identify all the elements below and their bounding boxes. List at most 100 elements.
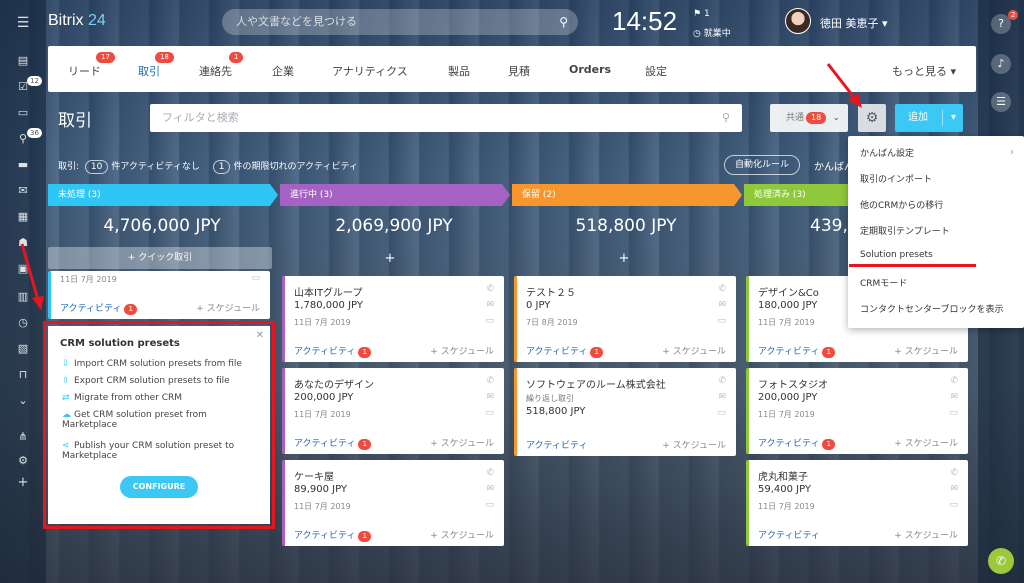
deal-card[interactable]: テスト２５ 0 JPY 7日 8月 2019 ✆ ✉ ▭ アクティビティ 1 + スケジュール [514,276,736,362]
drive-icon[interactable]: ▣ [16,262,30,276]
preset-marketplace-publish[interactable]: ⋖ Publish your CRM solution preset to Mar… [62,441,262,461]
deal-title[interactable]: 山本ITグループ [294,284,362,299]
chat-icon[interactable]: ▭ [251,273,260,283]
deal-card[interactable]: 山本ITグループ 1,780,000 JPY 11日 7月 2019 ✆ ✉ ▭ アクティビ… [282,276,504,362]
chevron-down-icon[interactable]: ▾ [951,104,956,132]
deal-card[interactable]: 虎丸和菓子 59,400 JPY 11日 7月 2019 ✆ ✉ ▭ アクティビティ + スケ… [746,460,968,546]
calendar-icon[interactable]: ▭ [16,106,30,120]
no-activity-count[interactable]: 10 [84,160,109,174]
deal-card[interactable]: フォトスタジオ 200,000 JPY 11日 7月 2019 ✆ ✉ ▭ アクティビティ 1… [746,368,968,454]
mail-icon[interactable]: ✉ [950,392,958,402]
schedule-link[interactable]: + スケジュール [430,528,494,541]
logo[interactable]: Bitrix 24 [48,12,106,30]
filter-search-input[interactable]: フィルタと検索 ⚲ [150,104,742,132]
phone-icon[interactable]: ✆ [950,468,958,478]
chat-icon[interactable]: ▭ [949,408,958,418]
preset-import[interactable]: ⇩ Import CRM solution presets from file [62,359,262,369]
deal-title[interactable]: フォトスタジオ [758,376,828,391]
tab-products[interactable]: 製品 [448,63,470,79]
mail-icon[interactable]: ✉ [16,184,30,198]
schedule-link[interactable]: + スケジュール [894,528,958,541]
quick-deal-button[interactable]: + クイック取引 [48,247,272,269]
deal-card[interactable]: あなたのデザイン 200,000 JPY 11日 7月 2019 ✆ ✉ ▭ アクティビティ… [282,368,504,454]
tree-icon[interactable]: ⋔ [16,430,30,444]
activity-link[interactable]: アクティビティ 1 [526,344,603,358]
overdue-label[interactable]: 件の期限切れのアクティビティ [233,162,357,172]
schedule-link[interactable]: + スケジュール [662,344,726,357]
tab-contacts[interactable]: 連絡先 1 [199,52,244,79]
deal-title[interactable]: デザイン&Co [758,284,819,299]
schedule-link[interactable]: + スケジュール [196,301,260,314]
chat-icon[interactable]: ▭ [717,408,726,418]
add-deal-plus-icon[interactable]: + [510,251,738,266]
automation-rules-button[interactable]: 自動化ルール [724,155,800,175]
menu-item-migrate-crm[interactable]: 他のCRMからの移行 [860,198,943,211]
feed-icon[interactable]: ▤ [16,54,30,68]
add-deal-plus-icon[interactable]: + [276,251,504,266]
deal-title[interactable]: ケーキ屋 [294,468,334,483]
schedule-link[interactable]: + スケジュール [662,438,726,451]
activity-link[interactable]: アクティビティ 1 [758,436,835,450]
chat-icon[interactable]: ▭ [485,500,494,510]
schedule-link[interactable]: + スケジュール [894,344,958,357]
sites-icon[interactable]: ⊓ [16,368,30,382]
apps-icon[interactable]: ▦ [16,210,30,224]
activity-link[interactable]: アクティビティ 1 [294,436,371,450]
shared-filter-button[interactable]: 共通 18 ⌄ [770,104,848,132]
menu-icon[interactable]: ☰ [16,16,30,30]
deal-card[interactable]: ケーキ屋 89,900 JPY 11日 7月 2019 ✆ ✉ ▭ アクティビティ 1 + スケ… [282,460,504,546]
avatar[interactable] [785,8,811,34]
schedule-link[interactable]: + スケジュール [430,436,494,449]
menu-item-crm-mode[interactable]: CRMモード [860,276,907,289]
preset-migrate[interactable]: ⇄ Migrate from other CRM [62,393,262,403]
activity-link[interactable]: アクティビティ 1 [60,301,137,315]
deal-title[interactable]: 虎丸和菓子 [758,468,808,483]
deal-title[interactable]: あなたのデザイン [294,376,374,391]
mail-icon[interactable]: ✉ [486,484,494,494]
add-deal-button[interactable]: 追加 ▾ [895,104,963,132]
menu-item-contact-center[interactable]: コンタクトセンターブロックを表示 [860,302,1003,315]
tab-leads[interactable]: リード 17 [68,52,115,79]
no-activity-label[interactable]: 件アクティビティなし [111,162,199,172]
schedule-link[interactable]: + スケジュール [430,344,494,357]
phone-icon[interactable]: ✆ [486,284,494,294]
menu-item-recurring-templates[interactable]: 定期取引テンプレート [860,224,950,237]
user-menu[interactable]: 徳田 美恵子 ▾ [820,15,888,31]
column-header-on-hold[interactable]: 保留 (2) [512,184,742,206]
overdue-count[interactable]: 1 [212,160,231,174]
activity-link[interactable]: アクティビティ 1 [758,344,835,358]
schedule-link[interactable]: + スケジュール [894,436,958,449]
menu-item-solution-presets[interactable]: Solution presets [860,250,933,260]
more-icon[interactable]: ⌄ [16,394,30,408]
tab-quotes[interactable]: 見積 [508,63,530,79]
mail-icon[interactable]: ✉ [950,484,958,494]
clock-icon[interactable]: ◷ [16,316,30,330]
menu-item-kanban-settings[interactable]: かんばん設定 [860,146,914,159]
phone-icon[interactable]: ✆ [950,376,958,386]
tab-companies[interactable]: 企業 [272,63,294,79]
deal-title[interactable]: テスト２５ [526,284,576,299]
column-header-in-progress[interactable]: 進行中 (3) [280,184,510,206]
schedule-icon[interactable]: ▥ [16,290,30,304]
notification-icon[interactable]: ♪ [991,54,1011,74]
preset-marketplace-get[interactable]: ☁ Get CRM solution preset from Marketplac… [62,410,262,430]
settings-gear-button[interactable]: ⚙ [858,104,886,132]
search-icon[interactable]: ⚲ [722,104,730,132]
activity-link[interactable]: アクティビティ [526,438,587,451]
preset-export[interactable]: ⇧ Export CRM solution presets to file [62,376,262,386]
deal-card[interactable]: ソフトウェアのルーム株式会社 繰り返し取引 518,800 JPY ✆ ✉ ▭ アクティビテ… [514,368,736,456]
tab-orders[interactable]: Orders [569,63,611,76]
chat-icon[interactable]: ▭ [717,316,726,326]
chat-icon[interactable]: ▭ [949,500,958,510]
search-input[interactable]: 人や文書などを見つける ⚲ [222,9,578,35]
tab-analytics[interactable]: アナリティクス [332,63,408,79]
mail-icon[interactable]: ✉ [486,392,494,402]
mail-icon[interactable]: ✉ [718,392,726,402]
chat-icon[interactable]: ▭ [485,408,494,418]
messages-icon[interactable]: ☰ [991,92,1011,112]
phone-icon[interactable]: ✆ [486,468,494,478]
chat-icon[interactable]: ▭ [485,316,494,326]
work-status[interactable]: ◷ 就業中 [693,26,731,39]
phone-icon[interactable]: ✆ [486,376,494,386]
phone-icon[interactable]: ✆ [718,376,726,386]
